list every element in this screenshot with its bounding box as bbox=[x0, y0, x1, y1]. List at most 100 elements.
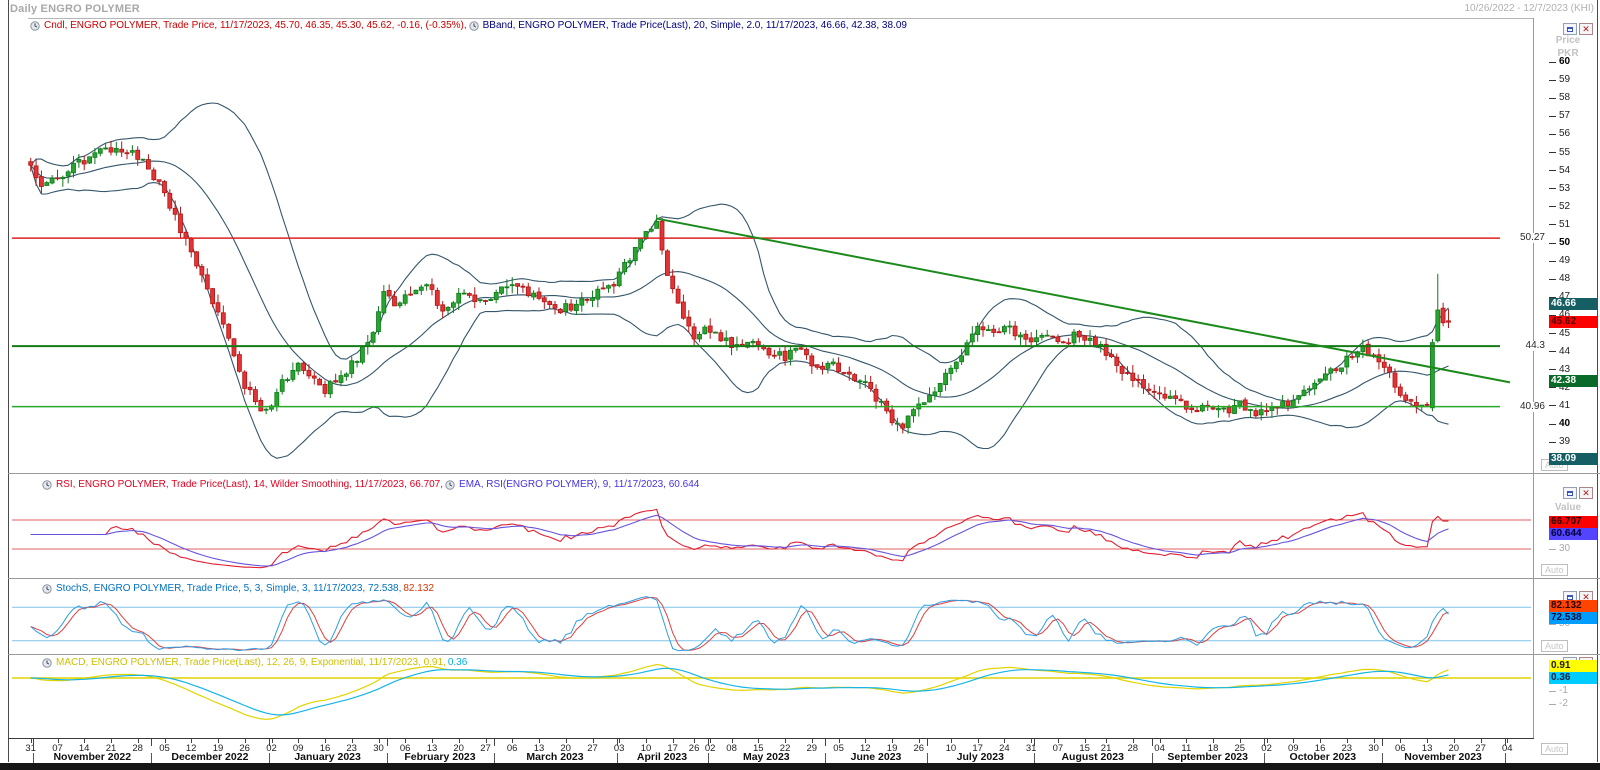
day-tick-label: 26 bbox=[914, 744, 925, 754]
month-label: December 2022 bbox=[171, 752, 248, 763]
rsi-pane-legend[interactable]: RSI, ENGRO POLYMER, Trade Price(Last), 1… bbox=[42, 479, 699, 490]
tick-dash bbox=[1549, 134, 1556, 135]
tick-dash bbox=[1549, 243, 1556, 244]
month-boundary-tick bbox=[825, 739, 826, 746]
restore-button[interactable] bbox=[1563, 487, 1577, 499]
day-tick-label: 04 bbox=[1502, 744, 1513, 754]
day-tick-label: 30 bbox=[1368, 744, 1379, 754]
auto-scale-button[interactable]: Auto bbox=[1541, 564, 1568, 576]
day-tick-label: 10 bbox=[946, 744, 957, 754]
indicator-clock-icon bbox=[42, 584, 52, 594]
tick-dash bbox=[1549, 691, 1556, 692]
month-separator bbox=[927, 753, 928, 763]
month-boundary-tick bbox=[1264, 739, 1265, 746]
tick-dash bbox=[1549, 170, 1556, 171]
tick-dash bbox=[1549, 704, 1556, 705]
price-pane-window-buttons: ✕ bbox=[1563, 23, 1593, 35]
month-separator bbox=[1034, 753, 1035, 763]
indicator-clock-icon bbox=[445, 480, 455, 490]
month-separator bbox=[1152, 753, 1153, 763]
month-label: May 2023 bbox=[743, 752, 790, 763]
price-tick-label: 43 bbox=[1559, 365, 1570, 375]
month-label: November 2023 bbox=[1404, 752, 1482, 763]
month-label: October 2023 bbox=[1290, 752, 1357, 763]
month-boundary-tick bbox=[1382, 739, 1383, 746]
indicator-clock-icon bbox=[42, 658, 52, 668]
tick-dash bbox=[1549, 279, 1556, 280]
month-boundary-tick bbox=[617, 739, 618, 746]
tick-dash bbox=[1549, 424, 1556, 425]
legend-text: EMA, RSI(ENGRO POLYMER), 9, 11/17/2023, … bbox=[459, 479, 699, 490]
price-axis-title: Price bbox=[1540, 35, 1596, 46]
month-separator bbox=[1382, 753, 1383, 763]
month-label: January 2023 bbox=[294, 752, 361, 763]
tick-dash bbox=[1549, 261, 1556, 262]
price-value-badge: 38.09 bbox=[1549, 453, 1597, 465]
price-pane-legend[interactable]: Cndl, ENGRO POLYMER, Trade Price, 11/17/… bbox=[30, 20, 907, 31]
auto-scale-button[interactable]: Auto bbox=[1541, 743, 1568, 755]
tick-dash bbox=[1549, 369, 1556, 370]
month-boundary-tick bbox=[151, 739, 152, 746]
stoch-pane-legend[interactable]: StochS, ENGRO POLYMER, Trade Price, 5, 3… bbox=[42, 583, 434, 594]
price-tick-label: 39 bbox=[1559, 437, 1570, 447]
tick-dash bbox=[1549, 98, 1556, 99]
day-tick-label: 26 bbox=[689, 744, 700, 754]
macd-pane-legend[interactable]: MACD, ENGRO POLYMER, Trade Price(Last), … bbox=[42, 657, 467, 668]
stoch-value-badge: 72.538 bbox=[1549, 612, 1597, 624]
legend-text: 82.132 bbox=[403, 583, 434, 594]
price-tick-label: 52 bbox=[1559, 202, 1570, 212]
macd-value-badge: 0.91 bbox=[1549, 660, 1597, 672]
price-tick-label: 57 bbox=[1559, 111, 1570, 121]
macd-tick-label: -2 bbox=[1559, 699, 1568, 709]
day-tick-label: 31 bbox=[1026, 744, 1037, 754]
month-separator bbox=[825, 753, 826, 763]
legend-text: RSI, ENGRO POLYMER, Trade Price(Last), 1… bbox=[56, 479, 443, 490]
price-value-badge: 45.62 bbox=[1549, 316, 1597, 328]
price-tick-label: 56 bbox=[1559, 129, 1570, 139]
tick-dash bbox=[1549, 351, 1556, 352]
price-tick-label: 50 bbox=[1559, 238, 1570, 248]
month-separator bbox=[151, 753, 152, 763]
restore-button[interactable] bbox=[1563, 23, 1577, 35]
day-tick-label: 02 bbox=[705, 744, 716, 754]
price-tick-label: 49 bbox=[1559, 256, 1570, 266]
close-icon[interactable]: ✕ bbox=[1579, 487, 1593, 499]
tick-dash bbox=[1549, 387, 1556, 388]
month-boundary-tick bbox=[1505, 739, 1506, 746]
chart-window: Daily ENGRO POLYMER 10/26/2022 - 12/7/20… bbox=[0, 0, 1600, 770]
tick-dash bbox=[1549, 224, 1556, 225]
month-boundary-tick bbox=[33, 739, 34, 746]
day-tick-label: 28 bbox=[1128, 744, 1139, 754]
price-tick-label: 58 bbox=[1559, 93, 1570, 103]
chart-canvas[interactable] bbox=[0, 0, 1600, 770]
macd-value-badge: 0.36 bbox=[1549, 672, 1597, 684]
indicator-clock-icon bbox=[30, 21, 40, 31]
month-separator bbox=[387, 753, 388, 763]
day-tick-label: 27 bbox=[587, 744, 598, 754]
tick-dash bbox=[1549, 80, 1556, 81]
legend-text: MACD, ENGRO POLYMER, Trade Price(Last), … bbox=[56, 657, 446, 668]
price-tick-label: 59 bbox=[1559, 75, 1570, 85]
month-separator bbox=[1264, 753, 1265, 763]
price-tick-label: 41 bbox=[1559, 401, 1570, 411]
tick-dash bbox=[1549, 188, 1556, 189]
tick-dash bbox=[1549, 116, 1556, 117]
month-boundary-tick bbox=[1152, 739, 1153, 746]
close-icon[interactable]: ✕ bbox=[1579, 23, 1593, 35]
month-separator bbox=[708, 753, 709, 763]
price-tick-label: 44 bbox=[1559, 347, 1570, 357]
month-separator bbox=[1505, 753, 1506, 763]
price-tick-label: 60 bbox=[1559, 57, 1570, 67]
day-tick-label: 28 bbox=[132, 744, 143, 754]
month-separator bbox=[269, 753, 270, 763]
rsi-pane-window-buttons: ✕ bbox=[1563, 487, 1593, 499]
macd-tick-label: -1 bbox=[1559, 686, 1568, 696]
auto-scale-button[interactable]: Auto bbox=[1541, 640, 1568, 652]
stoch-value-badge: 82.132 bbox=[1549, 600, 1597, 612]
legend-text: BBand, ENGRO POLYMER, Trade Price(Last),… bbox=[483, 20, 907, 31]
tick-dash bbox=[1549, 62, 1556, 63]
day-tick-label: 06 bbox=[507, 744, 518, 754]
rsi-value-badge: 60.644 bbox=[1549, 528, 1597, 540]
indicator-clock-icon bbox=[469, 21, 479, 31]
price-tick-label: 53 bbox=[1559, 184, 1570, 194]
